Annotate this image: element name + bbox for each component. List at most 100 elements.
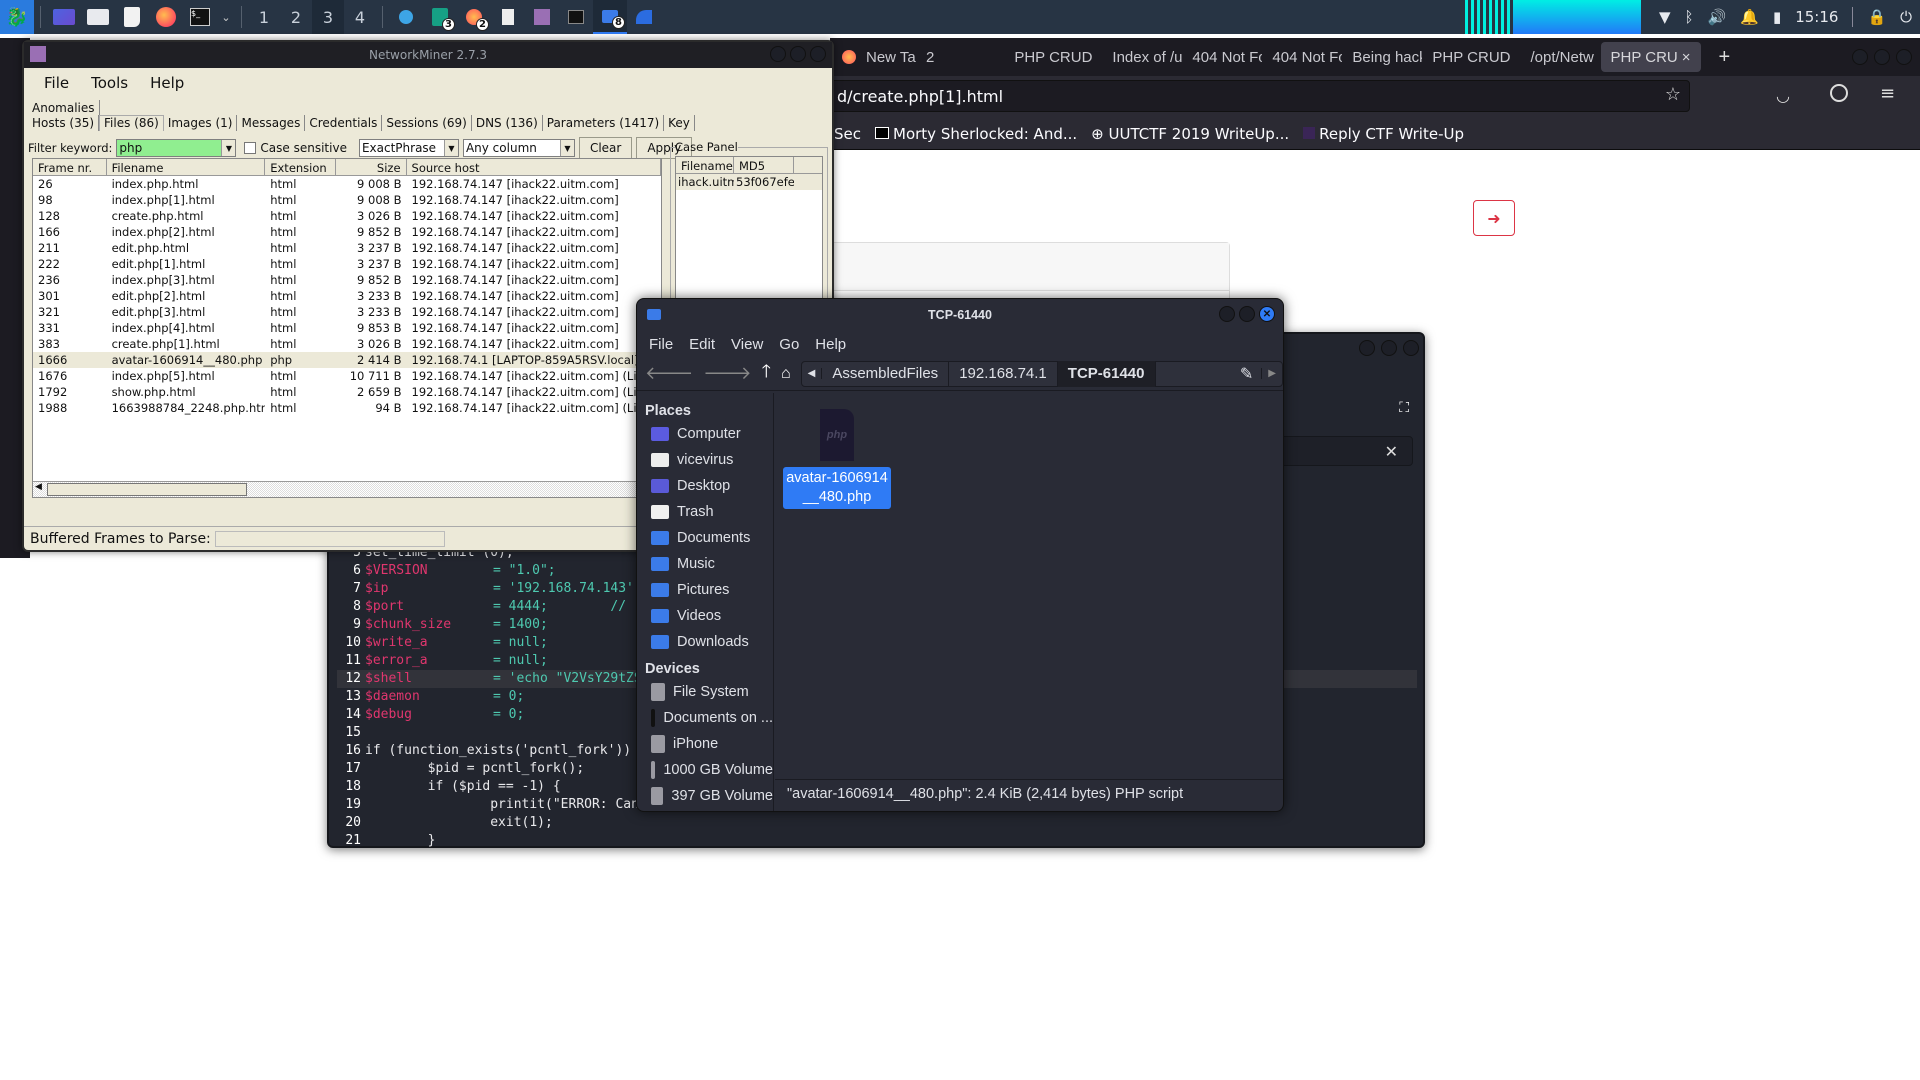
menu-help[interactable]: Help bbox=[150, 74, 184, 92]
maximize-button[interactable] bbox=[1381, 340, 1397, 356]
case-file-row[interactable]: ihack.uitm 53f067efe bbox=[676, 174, 822, 190]
tab-php-crud-active[interactable]: PHP CRU × bbox=[1600, 42, 1701, 72]
sidebar-device-documents-on[interactable]: Documents on ... bbox=[637, 705, 773, 731]
table-row[interactable]: 1666 avatar-1606914__480.php php 2 414 B 192… bbox=[33, 352, 661, 368]
maximize-button[interactable] bbox=[1239, 306, 1255, 322]
home-button[interactable]: ⌂ bbox=[781, 365, 791, 383]
table-row[interactable]: 26 index.php.html html 9 008 B 192.168.74.14… bbox=[33, 176, 661, 192]
table-row[interactable]: 98 index.php[1].html html 9 008 B 192.168.74… bbox=[33, 192, 661, 208]
table-row[interactable]: 236 index.php[3].html html 9 852 B 192.168.7… bbox=[33, 272, 661, 288]
task-editor[interactable]: 3 bbox=[423, 0, 457, 34]
file-manager-launcher[interactable] bbox=[81, 0, 115, 34]
table-row[interactable]: 301 edit.php[2].html html 3 233 B 192.168.74… bbox=[33, 288, 661, 304]
tab-index-of[interactable]: Index of /u bbox=[1102, 49, 1182, 66]
table-row[interactable]: 128 create.php.html html 3 026 B 192.168.74.… bbox=[33, 208, 661, 224]
close-button[interactable] bbox=[1896, 49, 1912, 65]
close-tab-icon[interactable]: × bbox=[1682, 49, 1691, 66]
task-wireshark[interactable] bbox=[627, 0, 661, 34]
workspace-3[interactable]: 3 bbox=[312, 0, 344, 34]
bookmark-reply-ctf[interactable]: Reply CTF Write-Up bbox=[1303, 125, 1464, 143]
sidebar-item-documents[interactable]: Documents bbox=[637, 525, 773, 551]
sidebar-device-iphone[interactable]: iPhone bbox=[637, 731, 773, 757]
account-icon[interactable] bbox=[1830, 84, 1848, 102]
lock-screen-icon[interactable]: 🔒 bbox=[1867, 8, 1886, 26]
sidebar-item-computer[interactable]: Computer bbox=[637, 421, 773, 447]
close-button[interactable] bbox=[1403, 340, 1419, 356]
task-firefox[interactable]: 2 bbox=[457, 0, 491, 34]
crumb-ip[interactable]: 192.168.74.1 bbox=[949, 360, 1058, 387]
tab-images[interactable]: Images (1) bbox=[164, 115, 238, 131]
wifi-icon[interactable]: ▼ bbox=[1659, 8, 1671, 26]
task-bluetooth[interactable] bbox=[389, 0, 423, 34]
bookmark-star-icon[interactable]: ☆ bbox=[1665, 84, 1681, 105]
menu-help[interactable]: Help bbox=[815, 336, 846, 353]
sidebar-device-file-system[interactable]: File System bbox=[637, 679, 773, 705]
scrollbar-thumb[interactable] bbox=[47, 483, 247, 496]
col-extension[interactable]: Extension bbox=[265, 159, 336, 175]
tab-messages[interactable]: Messages bbox=[237, 115, 306, 131]
crumb-tcp[interactable]: TCP-61440 bbox=[1057, 360, 1156, 387]
minimize-button[interactable] bbox=[770, 46, 786, 62]
scroll-left-icon[interactable]: ◀ bbox=[35, 482, 42, 492]
tab-php-crud-1[interactable]: PHP CRUD bbox=[1004, 49, 1102, 66]
dropdown-arrow-icon[interactable]: ▼ bbox=[221, 140, 236, 156]
maximize-button[interactable] bbox=[1874, 49, 1890, 65]
bluetooth-tray-icon[interactable]: ᛒ bbox=[1685, 8, 1694, 26]
match-mode-select[interactable]: ExactPhrase ▼ bbox=[358, 139, 459, 157]
col-size[interactable]: Size bbox=[336, 159, 407, 175]
battery-icon[interactable]: ▮ bbox=[1773, 8, 1781, 26]
clock[interactable]: 15:16 bbox=[1795, 8, 1838, 26]
column-select[interactable]: Any column ▼ bbox=[462, 139, 575, 157]
crumb-assembledfiles[interactable]: AssembledFiles bbox=[822, 360, 950, 387]
text-editor-launcher[interactable] bbox=[115, 0, 149, 34]
task-terminal[interactable] bbox=[559, 0, 593, 34]
tab-sessions[interactable]: Sessions (69) bbox=[382, 115, 472, 131]
table-row[interactable]: 321 edit.php[3].html html 3 233 B 192.168.74… bbox=[33, 304, 661, 320]
case-sensitive-checkbox[interactable] bbox=[244, 142, 257, 154]
tab-php-crud-2[interactable]: PHP CRUD bbox=[1422, 49, 1520, 66]
sidebar-item-pictures[interactable]: Pictures bbox=[637, 577, 773, 603]
minimize-button[interactable] bbox=[1219, 306, 1235, 322]
logout-button[interactable]: ➜ bbox=[1473, 200, 1515, 236]
table-row[interactable]: 1676 index.php[5].html html 10 711 B 192.168… bbox=[33, 368, 661, 384]
table-row[interactable]: 331 index.php[4].html html 9 853 B 192.168.7… bbox=[33, 320, 661, 336]
tab-404-1[interactable]: 404 Not Fo bbox=[1182, 49, 1262, 66]
show-desktop-button[interactable] bbox=[47, 0, 81, 34]
kali-menu-button[interactable]: 🐉 bbox=[0, 0, 34, 34]
table-row[interactable]: 211 edit.php.html html 3 237 B 192.168.74.14… bbox=[33, 240, 661, 256]
tab-being-hacked[interactable]: Being hack bbox=[1342, 49, 1422, 66]
col-source-host[interactable]: Source host bbox=[407, 159, 661, 175]
col-filename[interactable]: Filename bbox=[676, 157, 734, 173]
bookmark-uutctf[interactable]: ⊕ UUTCTF 2019 WriteUp... bbox=[1091, 125, 1289, 143]
workspace-2[interactable]: 2 bbox=[280, 0, 312, 34]
close-button[interactable] bbox=[810, 46, 826, 62]
task-mousepad[interactable] bbox=[491, 0, 525, 34]
table-row[interactable]: 383 create.php[1].html html 3 026 B 192.168.… bbox=[33, 336, 661, 352]
menu-file[interactable]: File bbox=[649, 336, 673, 353]
sidebar-item-trash[interactable]: Trash bbox=[637, 499, 773, 525]
table-row[interactable]: 166 index.php[2].html html 9 852 B 192.168.7… bbox=[33, 224, 661, 240]
volume-icon[interactable]: 🔊 bbox=[1708, 8, 1727, 26]
task-networkminer[interactable] bbox=[525, 0, 559, 34]
url-bar[interactable]: d/create.php[1].html ☆ bbox=[830, 80, 1690, 112]
horizontal-scrollbar[interactable]: ◀ bbox=[33, 481, 661, 497]
close-search-icon[interactable]: ✕ bbox=[1385, 442, 1398, 461]
bookmark-morty[interactable]: Morty Sherlocked: And... bbox=[875, 125, 1077, 143]
workspace-4[interactable]: 4 bbox=[344, 0, 376, 34]
bookmark-sec[interactable]: Sec bbox=[834, 125, 861, 143]
app-menu-icon[interactable]: ≡ bbox=[1880, 83, 1895, 104]
maximize-button[interactable] bbox=[790, 46, 806, 62]
menu-edit[interactable]: Edit bbox=[689, 336, 715, 353]
tab-files[interactable]: Files (86) bbox=[99, 115, 164, 131]
logout-icon[interactable]: ⏻ bbox=[1900, 8, 1912, 26]
new-tab-button[interactable]: + bbox=[1719, 46, 1731, 69]
filter-keyword-input[interactable]: php ▼ bbox=[116, 139, 237, 157]
tab-key[interactable]: Key bbox=[664, 115, 695, 131]
notification-bell-icon[interactable]: 🔔 bbox=[1740, 8, 1759, 26]
terminal-launcher[interactable]: $_ bbox=[183, 0, 217, 34]
workspace-1[interactable]: 1 bbox=[248, 0, 280, 34]
file-item[interactable]: php avatar-1606914__480.php bbox=[783, 409, 891, 509]
edit-path-icon[interactable]: ✎ bbox=[1232, 364, 1261, 384]
table-row[interactable]: 1792 show.php.html html 2 659 B 192.168.74.1… bbox=[33, 384, 661, 400]
tab-dns[interactable]: DNS (136) bbox=[472, 115, 543, 131]
